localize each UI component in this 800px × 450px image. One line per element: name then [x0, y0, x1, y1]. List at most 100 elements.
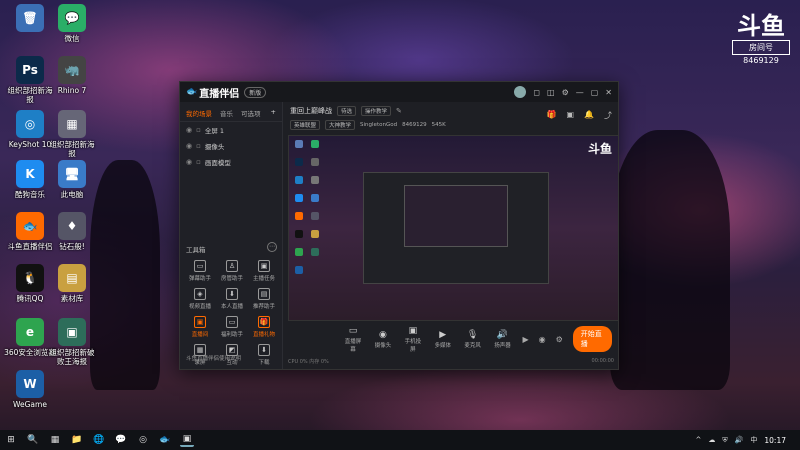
tab-scenes[interactable]: 我的场景	[186, 108, 212, 118]
view-icon[interactable]: ◉	[539, 335, 546, 344]
scene-item[interactable]: ◉ ▫ 摄像头	[180, 138, 282, 154]
camera-button[interactable]: ◉ 摄像头	[373, 329, 393, 349]
tool-button[interactable]: ▣ 主播任务	[248, 260, 280, 282]
network-icon[interactable]: ⛨	[722, 436, 727, 445]
microphone-button[interactable]: 🎙 麦克风	[463, 329, 483, 349]
tool-icon: ▤	[258, 288, 270, 300]
cloud-icon[interactable]: ☁	[708, 436, 715, 444]
scene-item[interactable]: ◉ ▫ 画面模型	[180, 154, 282, 170]
status-stats: CPU 0% 内存 0%	[288, 359, 329, 365]
stream-title[interactable]: 重回上巅峰战	[290, 106, 332, 116]
nested-app-preview	[363, 172, 549, 284]
streamer-name: SingletonGod	[360, 122, 398, 128]
app-title: 直播伴侣	[199, 88, 240, 100]
tool-button[interactable]: ▤ 推荐助手	[248, 288, 280, 310]
camera-icon: ◉	[379, 330, 387, 340]
share-icon[interactable]: ⤴	[604, 110, 612, 121]
more-tools-icon[interactable]: ⋯	[267, 242, 277, 252]
tool-label: 直播礼物	[252, 332, 275, 338]
system-tray: ^ ☁ ⛨ 🔊 中 10:17	[696, 435, 796, 445]
desktop-shortcut[interactable]: ▤ 素材库	[46, 264, 98, 303]
gift-icon[interactable]: 🎁	[547, 110, 557, 121]
scene-item[interactable]: ◉ ▫ 全屏 1	[180, 122, 282, 138]
start-icon[interactable]: ⊞	[4, 433, 18, 447]
close-icon[interactable]: ✕	[605, 88, 612, 97]
clock[interactable]: 10:17	[764, 436, 786, 445]
tool-icon: ▭	[194, 260, 206, 272]
monitor-icon: ▭	[348, 326, 358, 336]
lock-icon[interactable]: ▫	[196, 126, 201, 134]
lock-icon[interactable]: ▫	[196, 158, 201, 166]
browser-icon[interactable]: 🌐	[92, 433, 106, 447]
tag-chip[interactable]: 操作教学	[361, 106, 392, 116]
eye-icon[interactable]: ◉	[186, 126, 192, 134]
desktop-shortcut[interactable]: ▣ 组织部招新破败王海报	[46, 318, 98, 366]
notification-icon[interactable]: ◻	[533, 88, 540, 97]
version-badge[interactable]: 新版	[244, 86, 267, 98]
speaker-icon: 🔊	[496, 330, 509, 340]
desktop-shortcut[interactable]: ♦ 钻石般!	[46, 212, 98, 251]
lock-icon[interactable]: ▫	[196, 142, 201, 150]
tool-button[interactable]: ⬇ 本人直播	[216, 288, 248, 310]
tool-button[interactable]: ▭ 福利助手	[216, 316, 248, 338]
bell-icon[interactable]: 🔔	[584, 110, 594, 121]
eye-icon[interactable]: ◉	[186, 142, 192, 150]
tool-button[interactable]: 🎁 直播礼物	[248, 316, 280, 338]
settings-icon[interactable]: ⚙	[556, 335, 563, 344]
speaker-button[interactable]: 🔊 扬声器	[493, 329, 513, 349]
search-icon[interactable]: 🔍	[26, 433, 40, 447]
app-titlebar: 🐟 直播伴侣 新版 ◻ ◫ ⚙ — ▢ ✕	[180, 82, 618, 102]
edit-icon[interactable]: ✎	[396, 107, 402, 115]
poster-icon: ▣	[58, 318, 86, 346]
preview-icon	[295, 248, 303, 256]
wechat-icon[interactable]: 💬	[114, 433, 128, 447]
fan-count: 545K	[431, 122, 446, 128]
douyu-icon[interactable]: 🐟	[158, 433, 172, 447]
start-live-button[interactable]: 开始直播	[572, 326, 612, 352]
live-streaming-app-window: 🐟 直播伴侣 新版 ◻ ◫ ⚙ — ▢ ✕ 我的场景 音乐 可选项 + ◉ ▫ …	[179, 81, 619, 370]
preview-icon	[311, 248, 319, 256]
desktop-shortcut[interactable]: 💬 微信	[46, 4, 98, 43]
task-view-icon[interactable]: ▦	[48, 433, 62, 447]
tool-label: 本人直播	[220, 304, 243, 310]
media-button[interactable]: ▶ 多媒体	[433, 329, 453, 349]
tab-options[interactable]: 可选项	[241, 108, 261, 118]
tab-music[interactable]: 音乐	[220, 108, 233, 118]
minimize-icon[interactable]: —	[576, 88, 584, 97]
volume-icon[interactable]: 🔊	[735, 436, 744, 444]
help-link[interactable]: 斗鱼直播伴侣使用说明	[186, 354, 241, 362]
toolbox-heading: 工具箱	[186, 246, 206, 254]
avatar[interactable]	[514, 86, 527, 98]
record-icon[interactable]: ▶	[522, 335, 528, 344]
settings-icon[interactable]: ⚙	[562, 88, 569, 97]
tag-chip[interactable]: 待选	[337, 106, 357, 116]
eye-icon[interactable]: ◉	[186, 158, 192, 166]
tool-icon: ⬇	[226, 288, 238, 300]
desktop-shortcut[interactable]: 🦏 Rhino 7	[46, 56, 98, 95]
stream-preview[interactable]: 斗鱼	[288, 135, 619, 321]
layout-icon[interactable]: ◫	[547, 88, 555, 97]
add-scene-icon[interactable]: +	[271, 108, 276, 118]
tray-chevron-icon[interactable]: ^	[696, 436, 702, 444]
ime-indicator[interactable]: 中	[750, 435, 757, 445]
screen-capture-button[interactable]: ▭ 直播屏幕	[343, 325, 363, 353]
desktop-shortcut[interactable]: ▦ 组织部招新海报	[46, 110, 98, 158]
phone-cast-button[interactable]: ▣ 手机投屏	[403, 325, 423, 353]
tool-button[interactable]: ◈ 视频直播	[184, 288, 216, 310]
tool-button[interactable]: ⬇ 下载	[248, 344, 280, 366]
tool-button[interactable]: ♙ 房管助手	[216, 260, 248, 282]
file-explorer-icon[interactable]: 📁	[70, 433, 84, 447]
chat-icon[interactable]: ▣	[566, 110, 574, 121]
desktop-shortcut[interactable]: 🖥 此电脑	[46, 160, 98, 199]
desktop-shortcut[interactable]: W WeGame	[4, 370, 56, 409]
tool-button[interactable]: ▣ 直播间	[184, 316, 216, 338]
category-chip[interactable]: 大神教学	[325, 120, 356, 130]
scene-label: 摄像头	[204, 143, 225, 151]
app-main: 重回上巅峰战 待选 操作教学 ✎ 英雄联盟 大神教学 SingletonGod …	[284, 102, 619, 369]
maximize-icon[interactable]: ▢	[591, 88, 599, 97]
tool-button[interactable]: ▭ 弹幕助手	[184, 260, 216, 282]
app-icon[interactable]: ▣	[180, 433, 194, 447]
app-icon[interactable]: ◎	[136, 433, 150, 447]
category-chip[interactable]: 英雄联盟	[290, 120, 321, 130]
recycle-bin-icon: 🗑	[16, 4, 44, 32]
